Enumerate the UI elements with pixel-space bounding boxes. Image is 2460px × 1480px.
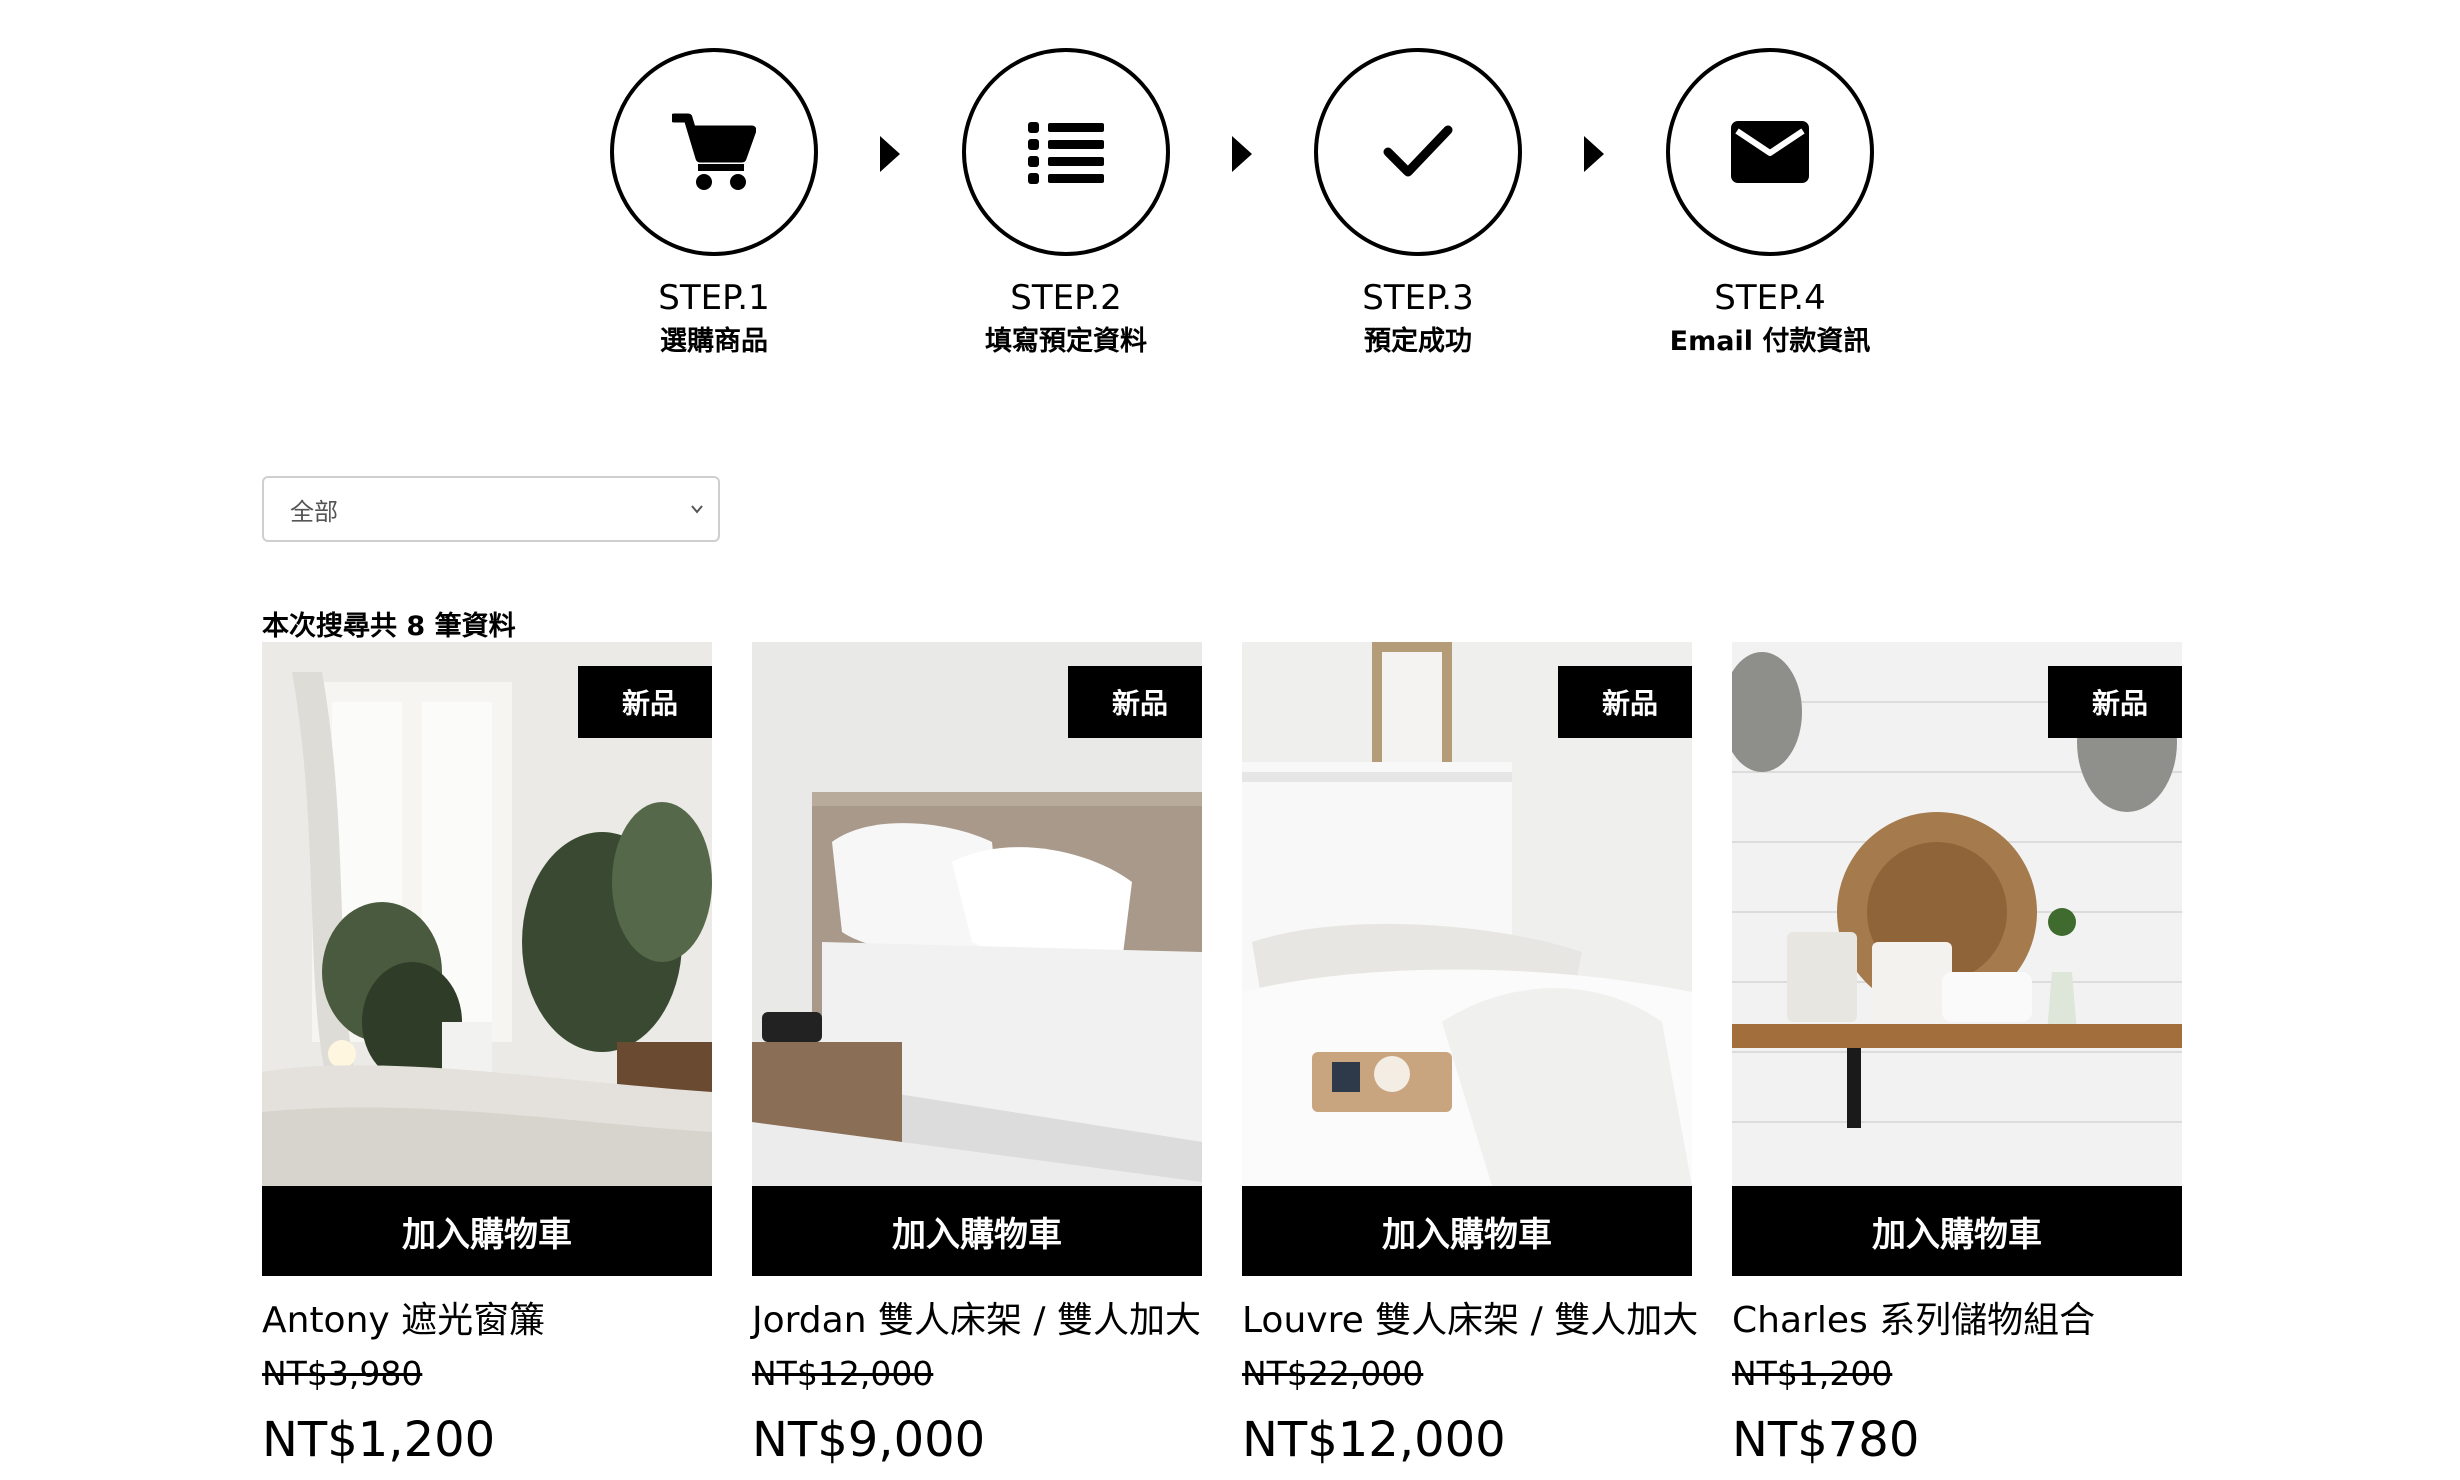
category-select-value: 全部 <box>290 497 338 526</box>
step-1-label: STEP.1 <box>658 278 770 318</box>
step-4-circle <box>1666 48 1874 256</box>
step-arrow-icon <box>1232 136 1252 172</box>
step-arrow-icon <box>880 136 900 172</box>
step-3-label: STEP.3 <box>1362 278 1474 318</box>
product-card: 新品 加入購物車 Charles 系列儲物組合 NT$1,200 NT$780 <box>1732 642 2182 1480</box>
product-name[interactable]: Louvre 雙人床架 / 雙人加大 <box>1242 1294 1702 1348</box>
step-3: STEP.3 預定成功 <box>1314 48 1522 360</box>
product-name[interactable]: Charles 系列儲物組合 <box>1732 1294 2192 1348</box>
new-badge: 新品 <box>578 666 712 738</box>
sale-price: NT$12,000 <box>1242 1412 1506 1468</box>
original-price: NT$12,000 <box>752 1354 934 1393</box>
step-3-circle <box>1314 48 1522 256</box>
step-arrow-icon <box>1584 136 1604 172</box>
add-to-cart-button[interactable]: 加入購物車 <box>752 1186 1202 1276</box>
chevron-down-icon <box>691 505 703 514</box>
step-progress: STEP.1 選購商品 STEP.2 填寫預定資料 STEP.3 預定成功 ST… <box>0 0 2460 400</box>
new-badge: 新品 <box>1068 666 1202 738</box>
category-select[interactable]: 全部 <box>262 476 720 542</box>
product-name[interactable]: Jordan 雙人床架 / 雙人加大 <box>752 1294 1212 1348</box>
product-card: 新品 加入購物車 Jordan 雙人床架 / 雙人加大 NT$12,000 NT… <box>752 642 1202 1480</box>
sale-price: NT$9,000 <box>752 1412 986 1468</box>
original-price: NT$1,200 <box>1732 1354 1893 1393</box>
step-1-circle <box>610 48 818 256</box>
step-4-label: STEP.4 <box>1714 278 1826 318</box>
list-icon <box>1028 122 1104 184</box>
envelope-icon <box>1731 121 1809 183</box>
step-2: STEP.2 填寫預定資料 <box>962 48 1170 360</box>
sale-price: NT$1,200 <box>262 1412 496 1468</box>
step-1-sub: 選購商品 <box>660 326 768 357</box>
cart-icon <box>672 113 756 190</box>
result-count: 本次搜尋共 8 筆資料 <box>262 611 516 642</box>
step-4-sub: Email 付款資訊 <box>1669 326 1871 357</box>
new-badge: 新品 <box>1558 666 1692 738</box>
product-card: 新品 加入購物車 Antony 遮光窗簾 NT$3,980 NT$1,200 <box>262 642 712 1480</box>
add-to-cart-button[interactable]: 加入購物車 <box>262 1186 712 1276</box>
check-icon <box>1383 125 1453 177</box>
step-3-sub: 預定成功 <box>1364 326 1472 357</box>
new-badge: 新品 <box>2048 666 2182 738</box>
step-4: STEP.4 Email 付款資訊 <box>1666 48 1874 360</box>
product-name[interactable]: Antony 遮光窗簾 <box>262 1294 722 1348</box>
original-price: NT$3,980 <box>262 1354 423 1393</box>
original-price: NT$22,000 <box>1242 1354 1424 1393</box>
product-card: 新品 加入購物車 Louvre 雙人床架 / 雙人加大 NT$22,000 NT… <box>1242 642 1698 1480</box>
step-2-label: STEP.2 <box>1010 278 1122 318</box>
step-2-circle <box>962 48 1170 256</box>
add-to-cart-button[interactable]: 加入購物車 <box>1242 1186 1692 1276</box>
product-image[interactable]: 新品 <box>1242 642 1692 1186</box>
add-to-cart-button[interactable]: 加入購物車 <box>1732 1186 2182 1276</box>
product-image[interactable]: 新品 <box>752 642 1202 1186</box>
step-1: STEP.1 選購商品 <box>610 48 818 360</box>
step-2-sub: 填寫預定資料 <box>985 326 1147 357</box>
sale-price: NT$780 <box>1732 1412 1920 1468</box>
product-image[interactable]: 新品 <box>262 642 712 1186</box>
product-image[interactable]: 新品 <box>1732 642 2182 1186</box>
